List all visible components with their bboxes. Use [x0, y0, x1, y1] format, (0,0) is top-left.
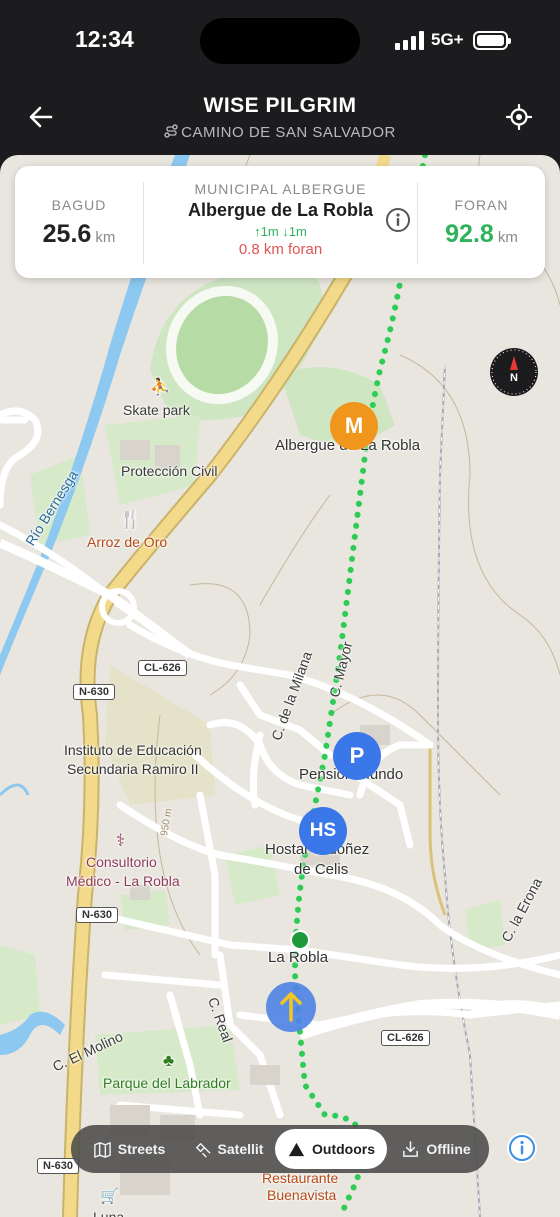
distance-ahead: 0.8 km foran [238, 241, 323, 258]
restaurant-icon: 🍴 [119, 509, 142, 529]
nav-bar: WISE PILGRIM CAMINO DE SAN SALVADOR [0, 84, 560, 158]
albergue-info-card[interactable]: BAGUD 25.6 km MUNICIPAL ALBERGUE Albergue… [15, 166, 545, 278]
map-label-skate-park: Skate park [123, 402, 190, 418]
elevation-change: ↑1m ↓1m [254, 224, 307, 239]
user-location-marker [266, 982, 316, 1032]
road-shield-n630: N-630 [37, 1158, 79, 1174]
mode-outdoors-button[interactable]: Outdoors [275, 1129, 387, 1169]
cellular-signal-icon [395, 31, 425, 50]
mode-outdoors-label: Outdoors [312, 1141, 375, 1157]
map-style-switcher: Streets Satellit Outdoors Offline [71, 1125, 489, 1173]
albergue-name: Albergue de La Robla [187, 200, 374, 220]
ahead-distance: FORAN 92.8 km [418, 166, 545, 278]
road-shield-n630: N-630 [76, 907, 118, 923]
mode-streets-button[interactable]: Streets [79, 1129, 179, 1169]
map-label-consultorio-line2: Médico - La Robla [66, 873, 180, 889]
road-shield-n630: N-630 [73, 684, 115, 700]
svg-text:N: N [510, 372, 518, 384]
download-icon [403, 1140, 419, 1157]
mode-streets-label: Streets [117, 1141, 166, 1157]
map-info-icon[interactable] [507, 1133, 537, 1163]
albergue-type: MUNICIPAL ALBERGUE [194, 181, 367, 197]
map-label-parque-labrador: Parque del Labrador [103, 1075, 231, 1091]
map-label-arroz-de-oro: Arroz de Oro [87, 534, 168, 550]
locate-icon[interactable] [506, 104, 532, 130]
behind-distance: BAGUD 25.6 km [15, 166, 143, 278]
behind-label: BAGUD [51, 197, 107, 213]
shop-cart-icon: 🛒 [100, 1188, 119, 1205]
hostal-marker[interactable]: HS [299, 807, 347, 855]
mode-satellite-button[interactable]: Satellit [179, 1129, 277, 1169]
behind-value: 25.6 [42, 220, 92, 248]
mode-satellite-label: Satellit [217, 1141, 264, 1157]
map-label-proteccion-civil: Protección Civil [121, 463, 218, 479]
status-bar: 12:34 5G+ [0, 0, 560, 84]
map-label-luna: Luna [93, 1209, 125, 1217]
albergue-marker[interactable]: M [330, 402, 378, 450]
road-shield-cl626: CL-626 [381, 1030, 430, 1046]
info-icon[interactable] [385, 207, 411, 233]
map-icon [93, 1141, 111, 1158]
map-label-instituto-line1: Instituto de Educación [64, 742, 202, 758]
satellite-icon [195, 1142, 211, 1158]
map-label-la-robla: La Robla [268, 949, 329, 966]
map-view[interactable]: BAGUD 25.6 km MUNICIPAL ALBERGUE Albergue… [0, 155, 560, 1217]
next-albergue[interactable]: MUNICIPAL ALBERGUE Albergue de La Robla … [143, 181, 418, 264]
ahead-value: 92.8 [445, 220, 494, 248]
battery-icon [473, 31, 511, 50]
ahead-label: FORAN [454, 197, 509, 213]
heading-arrow-icon [280, 992, 302, 1022]
dynamic-island [200, 18, 360, 64]
behind-unit: km [95, 229, 116, 246]
page-title: WISE PILGRIM [203, 94, 357, 117]
map-label-instituto-line2: Secundaria Ramiro II [67, 761, 199, 777]
park-tree-icon: ♣ [163, 1051, 175, 1070]
skate-park-icon: ⛹ [150, 379, 170, 396]
mode-offline-label: Offline [426, 1141, 471, 1157]
map-label-consultorio-line1: Consultorio [86, 854, 157, 870]
route-icon [164, 124, 178, 138]
status-time: 12:34 [75, 26, 134, 52]
mode-offline-button[interactable]: Offline [389, 1129, 483, 1169]
map-label-restaurante-line2: Buenavista [267, 1187, 337, 1203]
map-label-hostal-line2: de Celis [294, 861, 349, 878]
route-name: CAMINO DE SAN SALVADOR [181, 124, 396, 141]
pension-marker[interactable]: P [333, 732, 381, 780]
mountain-icon [288, 1142, 305, 1156]
route-subtitle: CAMINO DE SAN SALVADOR [0, 124, 560, 141]
network-type: 5G+ [431, 30, 464, 49]
road-shield-cl626: CL-626 [138, 660, 187, 676]
compass-icon[interactable]: N [490, 348, 538, 396]
ahead-unit: km [497, 229, 518, 246]
town-marker[interactable] [290, 930, 310, 950]
medical-icon: ⚕ [116, 831, 126, 850]
